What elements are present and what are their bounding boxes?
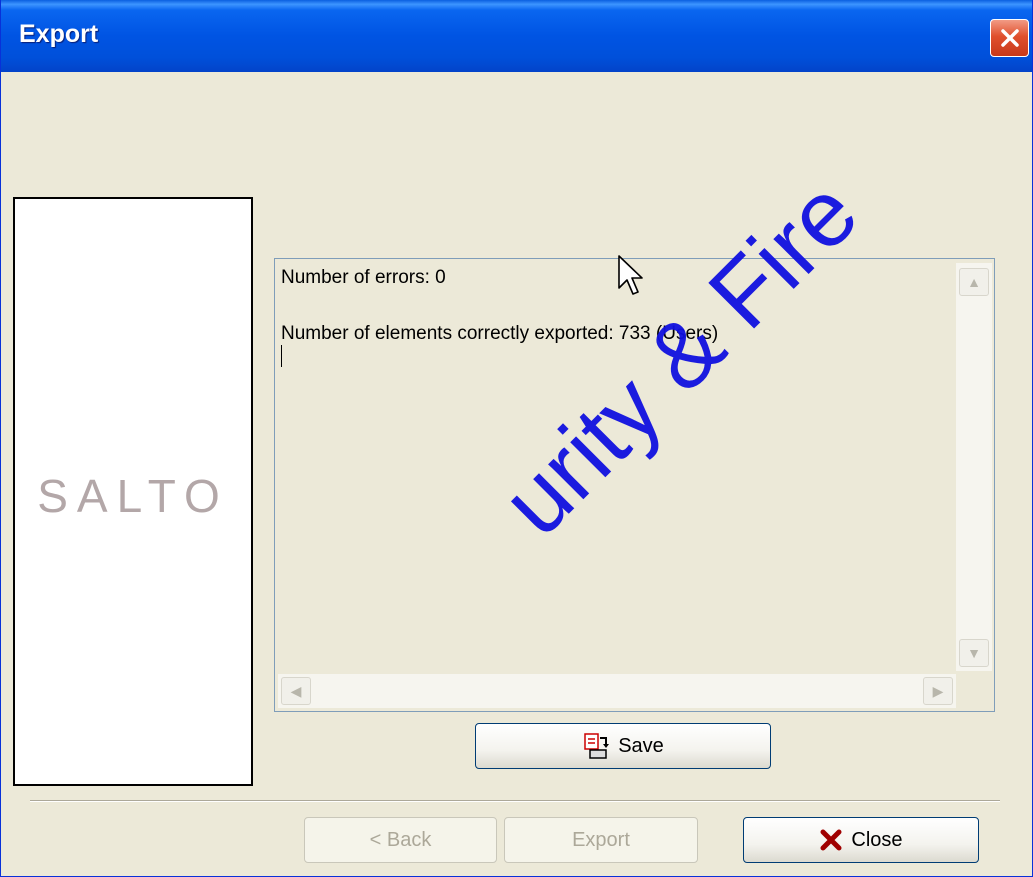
close-x-icon xyxy=(820,829,842,851)
salto-logo: SALTO xyxy=(37,470,229,522)
scrollbar-corner xyxy=(956,674,992,708)
save-icon xyxy=(584,733,610,759)
export-dialog: Export SALTO Number of errors: 0 Number … xyxy=(0,0,1033,877)
mouse-cursor-icon xyxy=(618,255,643,295)
scroll-down-icon[interactable]: ▼ xyxy=(959,639,989,667)
close-button-label: Close xyxy=(851,828,903,851)
export-output-textarea[interactable]: Number of errors: 0 Number of elements c… xyxy=(274,258,995,712)
window-close-button[interactable] xyxy=(990,19,1029,57)
back-button-label: < Back xyxy=(369,828,432,851)
text-caret xyxy=(281,345,282,367)
close-button[interactable]: Close xyxy=(743,817,979,863)
exported-count-line: Number of elements correctly exported: 7… xyxy=(281,323,719,344)
horizontal-scrollbar[interactable]: ◀ ▶ xyxy=(278,674,956,708)
vertical-scrollbar[interactable]: ▲ ▼ xyxy=(956,263,992,671)
separator-line xyxy=(30,800,1000,802)
close-icon xyxy=(1001,29,1019,47)
scroll-right-icon[interactable]: ▶ xyxy=(923,677,953,705)
scroll-left-icon[interactable]: ◀ xyxy=(281,677,311,705)
save-button-label: Save xyxy=(618,734,664,757)
export-button[interactable]: Export xyxy=(504,817,698,863)
scroll-up-icon[interactable]: ▲ xyxy=(959,268,989,296)
save-button[interactable]: Save xyxy=(475,723,771,769)
export-button-label: Export xyxy=(572,828,630,851)
errors-line: Number of errors: 0 xyxy=(281,267,446,288)
window-title: Export xyxy=(19,20,99,48)
back-button[interactable]: < Back xyxy=(304,817,497,863)
title-bar: Export xyxy=(1,0,1032,72)
logo-panel: SALTO xyxy=(13,197,253,786)
